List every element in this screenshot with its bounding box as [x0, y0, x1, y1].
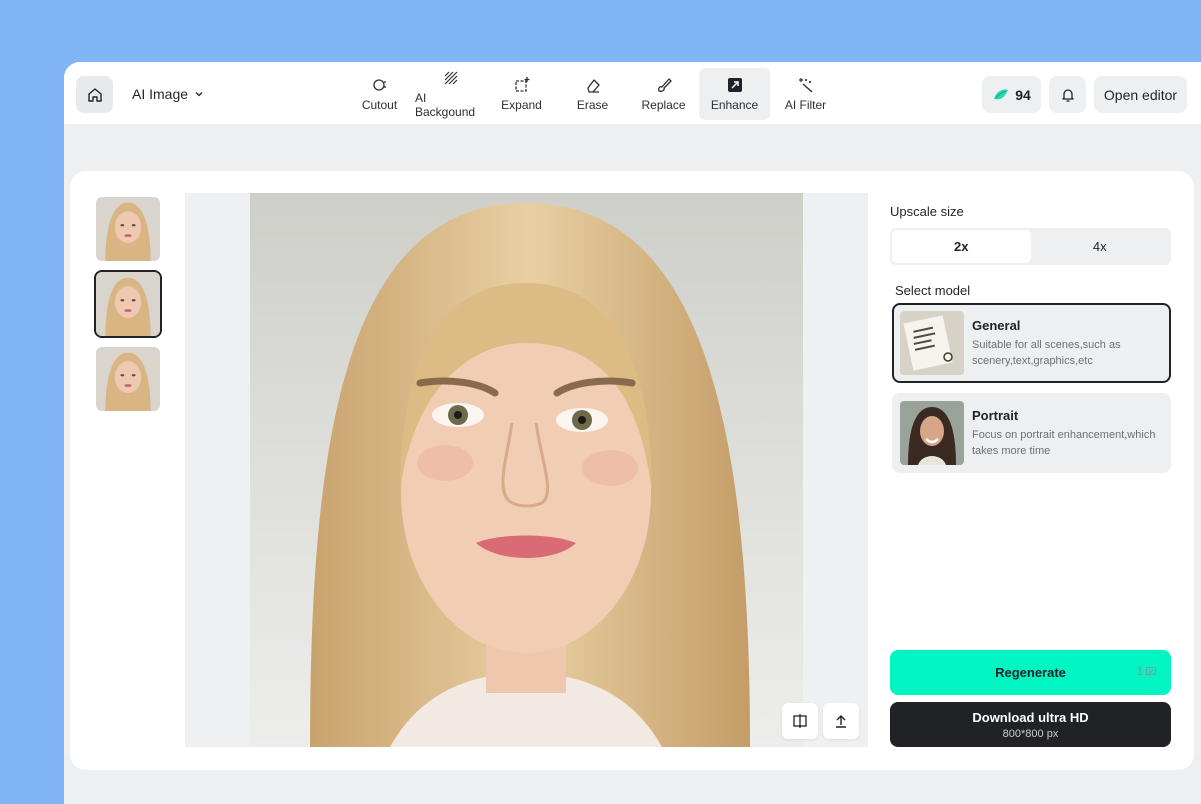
tool-label: Expand — [501, 98, 542, 112]
tool-label: AI Backgound — [415, 91, 476, 119]
ai-background-icon — [444, 71, 457, 85]
download-size: 800*800 px — [1002, 727, 1059, 740]
model-description: Focus on portrait enhancement,which take… — [972, 428, 1156, 457]
model-title: General — [972, 317, 1021, 333]
model-option-portrait[interactable]: Portrait Focus on portrait enhancement,w… — [892, 393, 1171, 473]
home-button[interactable] — [76, 76, 113, 113]
tool-ai-background[interactable]: AI Backgound — [415, 68, 486, 120]
credit-card-icon — [1145, 666, 1157, 676]
home-icon — [87, 87, 102, 102]
magic-wand-icon — [798, 78, 812, 93]
chevron-down-icon — [195, 92, 203, 97]
app-menu-dropdown[interactable]: AI Image — [132, 86, 204, 102]
settings-sidebar: Upscale size 2x 4x Select model General … — [890, 171, 1180, 770]
credits-badge[interactable]: 94 — [982, 76, 1041, 113]
thumbnail-list — [94, 195, 162, 413]
regenerate-cost: 1 — [1136, 664, 1157, 678]
tool-enhance[interactable]: Enhance — [699, 68, 770, 120]
credit-gem-icon — [994, 88, 1009, 99]
regenerate-label: Regenerate — [995, 665, 1066, 680]
tool-replace[interactable]: Replace — [628, 68, 699, 120]
enhance-panel: Upscale size 2x 4x Select model General … — [70, 171, 1194, 770]
model-text: Portrait Focus on portrait enhancement,w… — [972, 408, 1162, 459]
tool-ai-filter[interactable]: AI Filter — [770, 68, 841, 120]
general-model-thumbnail — [900, 311, 964, 375]
app-menu-label: AI Image — [132, 86, 189, 102]
upscale-option-2x[interactable]: 2x — [892, 230, 1031, 263]
woman-portrait-image — [900, 401, 964, 465]
thumbnail-item[interactable] — [94, 195, 162, 263]
tool-tabs: Cutout AI Backgound Expand Erase Replace… — [344, 68, 841, 120]
model-title: Portrait — [972, 407, 1019, 423]
upload-button[interactable] — [823, 703, 859, 739]
book-page-image — [900, 311, 964, 375]
model-text: General Suitable for all scenes,such as … — [972, 318, 1162, 369]
portrait-thumbnail-image — [96, 272, 160, 336]
upscale-size-label: Upscale size — [890, 204, 964, 219]
credits-count: 94 — [1015, 86, 1031, 103]
tool-label: Enhance — [710, 98, 759, 112]
bell-icon — [1061, 88, 1074, 102]
tool-cutout[interactable]: Cutout — [344, 68, 415, 120]
open-editor-button[interactable]: Open editor — [1094, 76, 1187, 113]
select-model-label: Select model — [895, 283, 971, 298]
thumbnail-item[interactable] — [94, 345, 162, 413]
portrait-thumbnail-image — [96, 197, 160, 261]
compare-split-icon — [793, 714, 807, 728]
portrait-thumbnail-image — [96, 347, 160, 411]
upscale-size-toggle: 2x 4x — [890, 228, 1171, 265]
download-ultra-hd-button[interactable]: Download ultra HD 800*800 px — [890, 702, 1171, 747]
thumbnail-item[interactable] — [94, 270, 162, 338]
image-canvas — [185, 193, 868, 747]
upload-arrow-icon — [836, 715, 846, 728]
eraser-icon — [586, 79, 600, 93]
compare-button[interactable] — [782, 703, 818, 739]
upscale-option-4x[interactable]: 4x — [1031, 230, 1170, 263]
cutout-icon — [372, 79, 386, 91]
regenerate-cost-value: 1 — [1136, 664, 1143, 678]
model-description: Suitable for all scenes,such as scenery,… — [972, 338, 1121, 367]
tool-label: Replace — [641, 98, 686, 112]
expand-icon — [514, 77, 529, 92]
portrait-preview-image — [250, 193, 803, 747]
enhance-icon — [727, 78, 742, 92]
regenerate-button[interactable]: Regenerate 1 — [890, 650, 1171, 695]
portrait-model-thumbnail — [900, 401, 964, 465]
replace-brush-icon — [657, 78, 672, 92]
model-option-general[interactable]: General Suitable for all scenes,such as … — [892, 303, 1171, 383]
download-label: Download ultra HD — [972, 709, 1089, 725]
tool-label: Cutout — [361, 98, 398, 112]
tool-label: AI Filter — [784, 98, 827, 112]
notifications-button[interactable] — [1049, 76, 1086, 113]
tool-expand[interactable]: Expand — [486, 68, 557, 120]
tool-erase[interactable]: Erase — [557, 68, 628, 120]
tool-label: Erase — [576, 98, 609, 112]
top-toolbar: AI Image Cutout AI Backgound Expand Eras… — [64, 62, 1201, 124]
